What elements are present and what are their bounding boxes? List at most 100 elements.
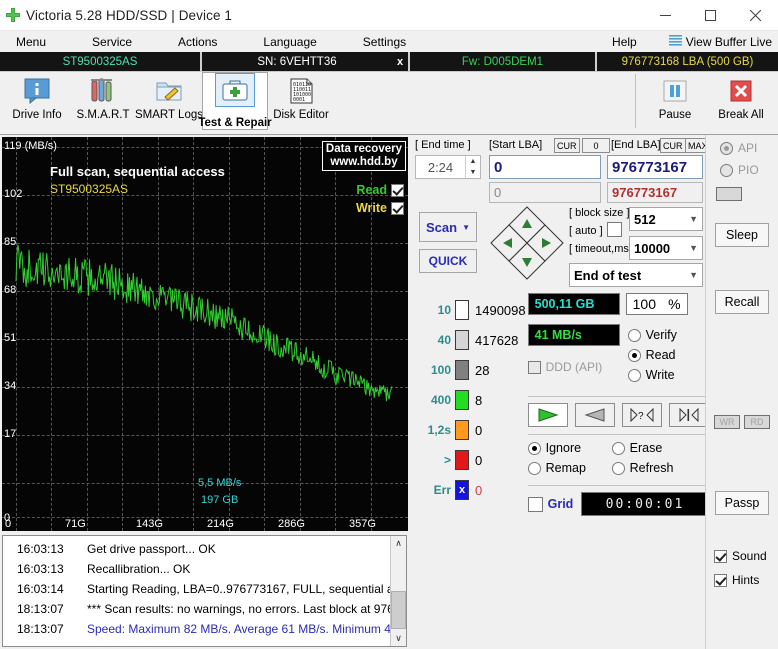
end-lba-input[interactable]: 976773167 — [607, 155, 703, 179]
start-lba-cur-button[interactable]: CUR — [554, 138, 580, 153]
error-action-refresh[interactable]: Refresh — [611, 461, 673, 475]
grid-checkbox-group[interactable]: Grid — [527, 496, 573, 512]
end-action-select[interactable]: End of test ▼ — [569, 263, 703, 287]
ddd-api-checkbox[interactable] — [527, 360, 541, 374]
drive-model[interactable]: ST9500325AS — [0, 52, 200, 71]
speed-display: 41 MB/s — [527, 324, 620, 346]
counter-key: > — [443, 453, 451, 467]
log-scrollbar[interactable]: ∧ ∨ — [390, 536, 406, 646]
end-time-spinner[interactable]: 2:24 ▲ ▼ — [415, 155, 481, 179]
minimize-button[interactable] — [643, 0, 688, 30]
menu-item-settings[interactable]: Settings — [353, 33, 416, 51]
error-action-erase[interactable]: Erase — [611, 441, 674, 455]
error-action-ignore[interactable]: Ignore — [527, 441, 612, 455]
hints-checkbox-group[interactable]: Hints — [714, 573, 759, 587]
menu-item-menu[interactable]: Menu — [6, 33, 56, 51]
sound-checkbox-group[interactable]: Sound — [714, 549, 767, 563]
erase-radio[interactable] — [611, 441, 625, 455]
log-list[interactable]: 16:03:13 Get drive passport... OK 16:03:13… — [3, 536, 390, 646]
log-row[interactable]: 18:13:07 *** Scan results: no warnings, n… — [3, 599, 390, 619]
toolbar-label: Test & Repair — [198, 117, 272, 129]
jump-end-button[interactable] — [668, 403, 709, 427]
mode-option-read[interactable]: Read — [627, 348, 677, 362]
toolbar-button-break-all[interactable]: Break All — [708, 72, 774, 133]
auto-checkbox[interactable] — [607, 222, 622, 237]
toolbar-label: Break All — [718, 109, 764, 121]
menu-item-help[interactable]: Help — [612, 33, 663, 51]
api-radio-group[interactable]: API — [720, 141, 757, 155]
graph-panel: 119 (MB/s) 102 85 68 51 34 17 0 0 71G 14… — [0, 135, 409, 533]
maximize-button[interactable] — [688, 0, 733, 30]
pio-radio-group[interactable]: PIO — [720, 163, 759, 177]
play-backward-button[interactable] — [574, 403, 615, 427]
log-message: Recallibration... OK — [87, 562, 191, 576]
log-timestamp: 18:13:07 — [17, 602, 64, 616]
log-row[interactable]: 16:03:13 Recallibration... OK — [3, 559, 390, 579]
random-jump-button[interactable]: ? — [621, 403, 662, 427]
chevron-down-icon: ▼ — [689, 243, 698, 253]
rd-button[interactable]: RD — [744, 415, 770, 429]
read-radio[interactable] — [627, 348, 641, 362]
api-radio[interactable] — [720, 141, 733, 155]
log-row[interactable]: 18:13:07 Speed: Maximum 82 MB/s. Average … — [3, 619, 390, 639]
recall-button[interactable]: Recall — [715, 290, 769, 314]
view-buffer-live-button[interactable]: View Buffer Live — [668, 34, 772, 50]
mode-indicator-button[interactable] — [716, 187, 742, 201]
block-size-select[interactable]: 512 ▼ — [629, 207, 703, 231]
start-lba-input[interactable]: 0 — [489, 155, 601, 179]
log-timestamp: 18:13:07 — [17, 622, 64, 636]
spinner-arrows[interactable]: ▲ ▼ — [465, 156, 480, 178]
log-row[interactable]: 16:03:14 Starting Reading, LBA=0..9767731… — [3, 579, 390, 599]
toolbar-button-pause[interactable]: Pause — [642, 72, 708, 133]
quick-button[interactable]: QUICK — [419, 249, 477, 273]
passp-button[interactable]: Passp — [715, 491, 769, 515]
speed-graph[interactable]: 119 (MB/s) 102 85 68 51 34 17 0 0 71G 14… — [2, 137, 408, 531]
menu-item-service[interactable]: Service — [82, 33, 142, 51]
grid-checkbox[interactable] — [527, 496, 543, 512]
ignore-radio[interactable] — [527, 441, 541, 455]
scan-button-label: Scan — [426, 219, 458, 235]
toolbar-button-smart[interactable]: S.M.A.R.T — [70, 72, 136, 133]
first-aid-kit-icon — [215, 73, 255, 107]
sound-checkbox[interactable] — [714, 549, 727, 563]
close-button[interactable] — [733, 0, 778, 30]
hints-checkbox[interactable] — [714, 573, 727, 587]
log-row[interactable]: 16:03:13 Get drive passport... OK — [3, 539, 390, 559]
sleep-button[interactable]: Sleep — [715, 223, 769, 247]
status-controls: 500,11 GB 100 % 41 MB/s DDD (API) Verify… — [526, 289, 711, 649]
timeout-label: [ timeout,ms ] — [569, 243, 636, 255]
log-message: *** Scan results: no warnings, no errors… — [87, 602, 390, 616]
dpad[interactable] — [489, 205, 565, 281]
scroll-up-button[interactable]: ∧ — [391, 536, 406, 551]
buffer-lines-icon — [668, 34, 682, 50]
write-radio[interactable] — [627, 368, 641, 382]
mode-option-verify[interactable]: Verify — [627, 328, 677, 342]
drive-close-icon[interactable]: x — [392, 52, 408, 71]
verify-radio[interactable] — [627, 328, 641, 342]
counter-key: 1,2s — [427, 423, 451, 437]
end-lba-cur-button[interactable]: CUR — [660, 138, 686, 153]
scroll-thumb[interactable] — [391, 591, 406, 629]
scan-button[interactable]: Scan ▼ — [419, 212, 477, 242]
play-forward-button[interactable] — [527, 403, 568, 427]
drive-firmware: Fw: D005DEM1 — [461, 55, 544, 68]
pio-radio[interactable] — [720, 163, 733, 177]
mode-option-write[interactable]: Write — [627, 368, 677, 382]
refresh-radio[interactable] — [611, 461, 625, 475]
toolbar-button-smart-logs[interactable]: SMART Logs — [135, 72, 203, 133]
counter-key: Err — [433, 483, 451, 497]
toolbar-button-test-repair[interactable]: Test & Repair — [198, 72, 272, 130]
remap-radio[interactable] — [527, 461, 541, 475]
counter-value: 0 — [475, 452, 483, 468]
timeout-select[interactable]: 10000 ▼ — [629, 236, 703, 260]
menu-item-actions[interactable]: Actions — [168, 33, 227, 51]
error-action-remap[interactable]: Remap — [527, 461, 612, 475]
start-lba-zero-button[interactable]: 0 — [582, 138, 610, 153]
scroll-down-button[interactable]: ∨ — [391, 631, 406, 646]
toolbar-button-disk-editor[interactable]: 010110 110011 101000 0001 Disk Editor — [268, 72, 334, 133]
main-toolbar: Drive Info S.M.A.R.T SMART Logs Test & R… — [0, 72, 778, 135]
toolbar-button-drive-info[interactable]: Drive Info — [4, 72, 70, 133]
wr-button[interactable]: WR — [714, 415, 740, 429]
menu-item-language[interactable]: Language — [253, 33, 326, 51]
log-message: Get drive passport... OK — [87, 542, 216, 556]
